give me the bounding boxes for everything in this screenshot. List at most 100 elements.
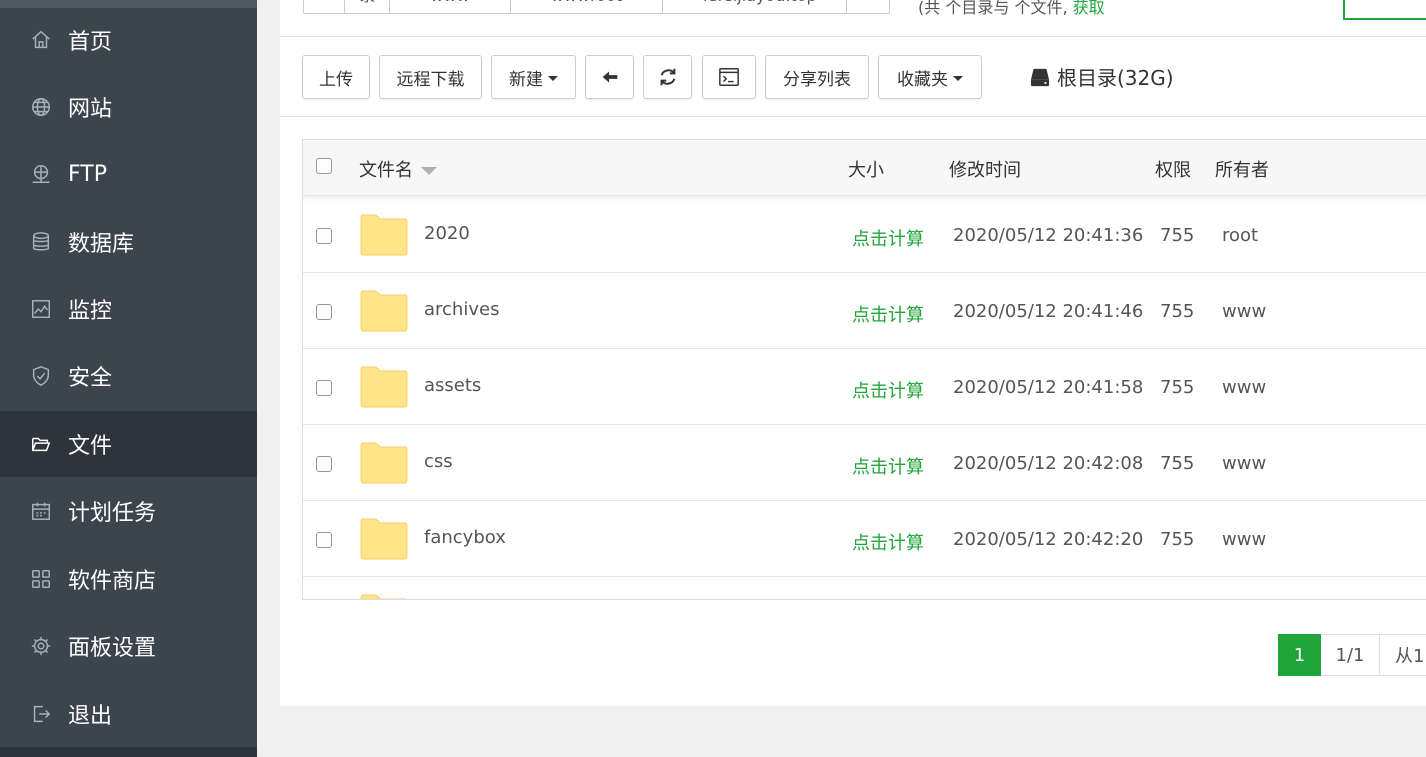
dir-count-link[interactable]: 获取 <box>1073 0 1105 17</box>
column-header-mtime[interactable]: 修改时间 <box>949 156 1021 182</box>
breadcrumb-refresh-button[interactable] <box>846 0 890 14</box>
column-header-size[interactable]: 大小 <box>848 156 884 182</box>
logout-icon <box>28 701 54 727</box>
dir-count-suffix: 个文件, <box>1014 0 1068 17</box>
table-row[interactable]: fancybox 点击计算 2020/05/12 20:42:20 755 www <box>303 501 1426 577</box>
table-row[interactable]: css 点击计算 2020/05/12 20:42:08 755 www <box>303 425 1426 501</box>
sidebar-item-ftp[interactable]: FTP <box>0 141 257 207</box>
remote-download-button[interactable]: 远程下载 <box>379 55 482 99</box>
sidebar-item-monitor[interactable]: 监控 <box>0 276 257 342</box>
owner[interactable]: root <box>1222 225 1258 246</box>
sidebar-item-security[interactable]: 安全 <box>0 343 257 409</box>
terminal-button[interactable] <box>702 55 756 99</box>
file-name-link[interactable]: fancybox <box>424 527 506 548</box>
page-from: 从1 <box>1380 634 1426 676</box>
new-button[interactable]: 新建 <box>491 55 576 99</box>
dir-count-note: (共 个目录与 个文件, 获取 <box>918 0 1105 18</box>
table-row[interactable]: assets 点击计算 2020/05/12 20:41:58 755 www <box>303 349 1426 425</box>
row-checkbox[interactable] <box>316 304 332 320</box>
modified-time: 2020/05/12 20:41:46 <box>953 301 1144 322</box>
table-row[interactable]: archives 点击计算 2020/05/12 20:41:46 755 www <box>303 273 1426 349</box>
file-name-link[interactable]: css <box>424 451 453 472</box>
home-icon <box>28 27 54 53</box>
calc-size-link[interactable]: 点击计算 <box>852 225 924 251</box>
row-checkbox[interactable] <box>316 532 332 548</box>
select-all-checkbox[interactable] <box>316 158 332 174</box>
breadcrumb-segment[interactable]: wwwroot <box>511 0 664 13</box>
column-header-name[interactable]: 文件名 <box>359 156 437 182</box>
favorites-label: 收藏夹 <box>897 69 948 90</box>
owner[interactable]: www <box>1222 529 1266 550</box>
row-checkbox[interactable] <box>316 380 332 396</box>
table-row[interactable]: 2020 点击计算 2020/05/12 20:41:36 755 root <box>303 197 1426 273</box>
sidebar-item-store[interactable]: 软件商店 <box>0 546 257 612</box>
sidebar-item-home[interactable]: 首页 <box>0 7 257 73</box>
sidebar-item-files[interactable]: 文件 <box>0 411 257 477</box>
grid-icon <box>28 566 54 592</box>
row-checkbox[interactable] <box>316 456 332 472</box>
file-name-link[interactable]: assets <box>424 375 481 396</box>
owner[interactable]: www <box>1222 377 1266 398</box>
file-table: 文件名 大小 修改时间 权限 所有者 2020 点击计算 2020/05/12 20… <box>302 139 1426 600</box>
calc-size-link[interactable]: 点击计算 <box>852 301 924 327</box>
file-name-link[interactable]: 2020 <box>424 223 470 244</box>
database-icon <box>28 229 54 255</box>
file-name-link[interactable]: archives <box>424 299 499 320</box>
column-header-name-label: 文件名 <box>359 160 413 181</box>
page-total: 1/1 <box>1321 634 1380 676</box>
upload-button[interactable]: 上传 <box>302 55 370 99</box>
permission[interactable]: 755 <box>1160 453 1194 474</box>
favorites-button[interactable]: 收藏夹 <box>878 55 982 99</box>
sidebar-item-label: 软件商店 <box>68 569 157 594</box>
sidebar-item-settings[interactable]: 面板设置 <box>0 613 257 679</box>
folder-icon <box>360 518 408 560</box>
dir-count-prefix: (共 <box>918 0 941 17</box>
sidebar-item-label: 网站 <box>68 97 113 122</box>
breadcrumb-segment[interactable]: lefeijiayou.top <box>663 0 858 13</box>
back-button[interactable] <box>585 55 634 99</box>
search-box-partial[interactable] <box>1343 0 1426 20</box>
sidebar-item-label: 文件 <box>68 434 113 459</box>
row-checkbox[interactable] <box>316 228 332 244</box>
share-list-button[interactable]: 分享列表 <box>765 55 869 99</box>
column-header-perm[interactable]: 权限 <box>1155 156 1191 182</box>
sidebar-item-cron[interactable]: 计划任务 <box>0 478 257 544</box>
arrow-left-icon <box>602 71 617 83</box>
refresh-button[interactable] <box>643 55 692 99</box>
page-current[interactable]: 1 <box>1278 634 1321 676</box>
calc-size-link[interactable]: 点击计算 <box>852 529 924 555</box>
root-disk-button[interactable]: 根目录(32G) <box>1029 62 1174 91</box>
divider <box>280 116 1426 117</box>
monitor-chart-icon <box>28 296 54 322</box>
breadcrumb[interactable]: ‹ 录 www wwwroot lefeijiayou.top <box>303 0 888 14</box>
dir-count-middle: 个目录与 <box>945 0 1010 17</box>
hard-drive-icon <box>1030 68 1050 86</box>
calc-size-link[interactable]: 点击计算 <box>852 453 924 479</box>
permission[interactable]: 755 <box>1160 529 1194 550</box>
root-disk-label: 根目录(32G) <box>1057 66 1174 90</box>
folder-icon <box>360 214 408 256</box>
modified-time: 2020/05/12 20:41:58 <box>953 377 1144 398</box>
sort-down-icon <box>421 167 437 175</box>
breadcrumb-segment[interactable]: 录 <box>345 0 391 13</box>
breadcrumb-back-arrow[interactable]: ‹ <box>304 0 346 13</box>
folder-icon <box>360 442 408 484</box>
permission[interactable]: 755 <box>1160 301 1194 322</box>
sidebar-item-label: 首页 <box>68 30 113 55</box>
breadcrumb-segment[interactable]: www <box>390 0 511 13</box>
terminal-icon <box>719 68 739 86</box>
sidebar-item-website[interactable]: 网站 <box>0 74 257 140</box>
sidebar-item-database[interactable]: 数据库 <box>0 209 257 275</box>
globe-icon <box>28 94 54 120</box>
sidebar-item-logout[interactable]: 退出 <box>0 681 257 747</box>
permission[interactable]: 755 <box>1160 225 1194 246</box>
calc-size-link[interactable]: 点击计算 <box>852 377 924 403</box>
column-header-owner[interactable]: 所有者 <box>1215 156 1269 182</box>
calendar-icon <box>28 498 54 524</box>
owner[interactable]: www <box>1222 301 1266 322</box>
permission[interactable]: 755 <box>1160 377 1194 398</box>
sidebar-bottom-strip <box>0 747 257 757</box>
main-area: ‹ 录 www wwwroot lefeijiayou.top (共 个目录与 … <box>257 0 1426 757</box>
gear-icon <box>28 633 54 659</box>
owner[interactable]: www <box>1222 453 1266 474</box>
